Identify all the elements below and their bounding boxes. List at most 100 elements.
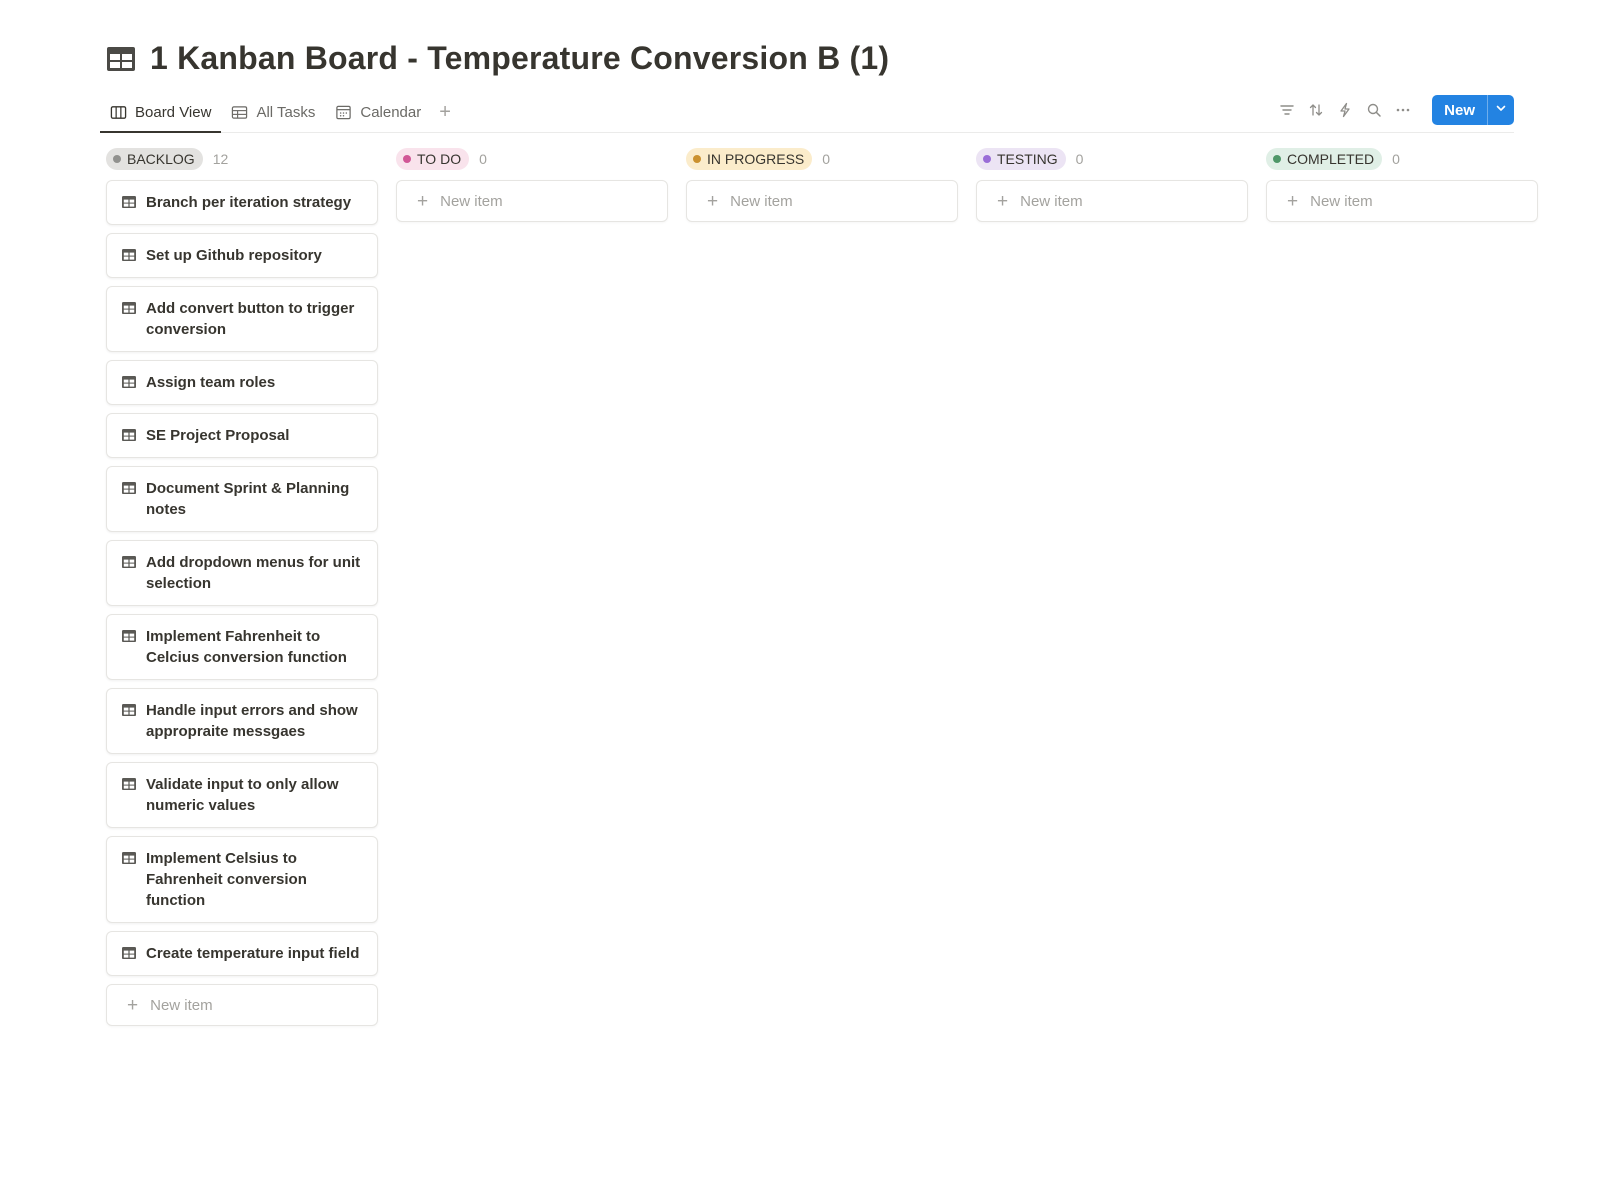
column-testing: TESTING 0 + New item xyxy=(976,144,1250,222)
task-card[interactable]: Handle input errors and show appropraite… xyxy=(106,688,378,754)
status-label: TO DO xyxy=(417,151,462,167)
sort-icon[interactable] xyxy=(1306,100,1326,120)
status-badge[interactable]: BACKLOG xyxy=(106,148,203,170)
more-icon[interactable] xyxy=(1393,100,1413,120)
column-header: COMPLETED 0 xyxy=(1266,144,1540,174)
card-list: + New item xyxy=(1266,180,1540,222)
status-label: TESTING xyxy=(997,151,1058,167)
task-title: Add dropdown menus for unit selection xyxy=(146,554,361,592)
tab-label: Board View xyxy=(135,103,212,121)
task-title: Validate input to only allow numeric val… xyxy=(146,776,339,814)
task-card[interactable]: Create temperature input field xyxy=(106,931,378,976)
new-item-label: New item xyxy=(150,996,213,1014)
task-card[interactable]: Assign team roles xyxy=(106,360,378,405)
column-to-do: TO DO 0 + New item xyxy=(396,144,670,222)
status-label: IN PROGRESS xyxy=(707,151,805,167)
table-icon xyxy=(106,44,136,74)
task-title: Document Sprint & Planning notes xyxy=(146,480,350,518)
plus-icon: + xyxy=(127,994,139,1016)
board-toolbar: New xyxy=(1277,95,1514,125)
status-dot-icon xyxy=(1273,155,1281,163)
status-dot-icon xyxy=(983,155,991,163)
plus-icon: + xyxy=(1287,190,1299,212)
new-item-button[interactable]: + New item xyxy=(686,180,958,222)
tab-calendar[interactable]: Calendar xyxy=(325,92,431,132)
new-item-button[interactable]: + New item xyxy=(976,180,1248,222)
page-title[interactable]: 1 Kanban Board - Temperature Conversion … xyxy=(150,40,889,77)
calendar-icon xyxy=(335,104,352,121)
task-title: SE Project Proposal xyxy=(146,427,290,444)
column-in-progress: IN PROGRESS 0 + New item xyxy=(686,144,960,222)
new-item-button[interactable]: + New item xyxy=(396,180,668,222)
status-label: BACKLOG xyxy=(127,151,195,167)
task-card[interactable]: Validate input to only allow numeric val… xyxy=(106,762,378,828)
new-item-label: New item xyxy=(1310,192,1373,210)
add-view-button[interactable]: + xyxy=(431,92,459,132)
task-card[interactable]: Branch per iteration strategy xyxy=(106,180,378,225)
kanban-page: 1 Kanban Board - Temperature Conversion … xyxy=(0,0,1600,1203)
card-list: + New item xyxy=(686,180,960,222)
new-item-button[interactable]: + New item xyxy=(1266,180,1538,222)
column-count: 0 xyxy=(1075,151,1084,167)
status-label: COMPLETED xyxy=(1287,151,1375,167)
column-completed: COMPLETED 0 + New item xyxy=(1266,144,1540,222)
tab-label: All Tasks xyxy=(256,103,316,121)
task-card[interactable]: Document Sprint & Planning notes xyxy=(106,466,378,532)
automation-icon[interactable] xyxy=(1335,100,1355,120)
new-button-group: New xyxy=(1432,95,1514,125)
tab-board-view[interactable]: Board View xyxy=(100,92,222,133)
card-list: Branch per iteration strategy Set up Gith… xyxy=(106,180,380,1026)
table-icon xyxy=(121,945,137,961)
new-options-button[interactable] xyxy=(1487,95,1514,125)
title-row: 1 Kanban Board - Temperature Conversion … xyxy=(106,40,889,77)
search-icon[interactable] xyxy=(1364,100,1384,120)
task-title: Create temperature input field xyxy=(146,945,360,962)
task-card[interactable]: Implement Fahrenheit to Celcius conversi… xyxy=(106,614,378,680)
task-title: Add convert button to trigger conversion xyxy=(146,300,355,338)
task-title: Implement Fahrenheit to Celcius conversi… xyxy=(146,628,347,666)
board-icon xyxy=(110,104,127,121)
table-icon xyxy=(121,628,137,644)
column-header: TO DO 0 xyxy=(396,144,670,174)
task-title: Handle input errors and show appropraite… xyxy=(146,702,358,740)
task-card[interactable]: SE Project Proposal xyxy=(106,413,378,458)
column-count: 0 xyxy=(1392,151,1400,167)
status-badge[interactable]: IN PROGRESS xyxy=(686,148,813,170)
table-icon xyxy=(121,247,137,263)
new-item-button[interactable]: + New item xyxy=(106,984,378,1026)
plus-icon: + xyxy=(707,190,719,212)
new-button[interactable]: New xyxy=(1432,95,1487,125)
status-dot-icon xyxy=(693,155,701,163)
task-card[interactable]: Implement Celsius to Fahrenheit conversi… xyxy=(106,836,378,923)
table-icon xyxy=(121,702,137,718)
table-icon xyxy=(121,374,137,390)
card-list: + New item xyxy=(396,180,670,222)
tab-label: Calendar xyxy=(360,103,422,121)
table-icon xyxy=(121,427,137,443)
column-header: TESTING 0 xyxy=(976,144,1250,174)
column-backlog: BACKLOG 12 Branch per iteration strategy Se… xyxy=(106,144,380,1026)
table-icon xyxy=(121,194,137,210)
plus-icon: + xyxy=(997,190,1009,212)
card-list: + New item xyxy=(976,180,1250,222)
task-title: Implement Celsius to Fahrenheit conversi… xyxy=(146,850,307,909)
tab-all-tasks[interactable]: All Tasks xyxy=(221,92,325,132)
column-count: 0 xyxy=(822,151,831,167)
table-icon xyxy=(231,104,248,121)
table-icon xyxy=(121,480,137,496)
status-badge[interactable]: COMPLETED xyxy=(1266,148,1383,170)
chevron-down-icon xyxy=(1495,101,1507,119)
status-badge[interactable]: TESTING xyxy=(976,148,1066,170)
column-count: 0 xyxy=(479,151,487,167)
task-title: Branch per iteration strategy xyxy=(146,194,352,211)
task-card[interactable]: Add convert button to trigger conversion xyxy=(106,286,378,352)
status-dot-icon xyxy=(403,155,411,163)
column-count: 12 xyxy=(212,151,229,167)
task-card[interactable]: Add dropdown menus for unit selection xyxy=(106,540,378,606)
table-icon xyxy=(121,554,137,570)
new-item-label: New item xyxy=(1020,192,1083,210)
filter-icon[interactable] xyxy=(1277,100,1297,120)
task-card[interactable]: Set up Github repository xyxy=(106,233,378,278)
status-badge[interactable]: TO DO xyxy=(396,148,470,170)
view-tabs: Board View All Tasks Calendar + xyxy=(100,92,459,133)
